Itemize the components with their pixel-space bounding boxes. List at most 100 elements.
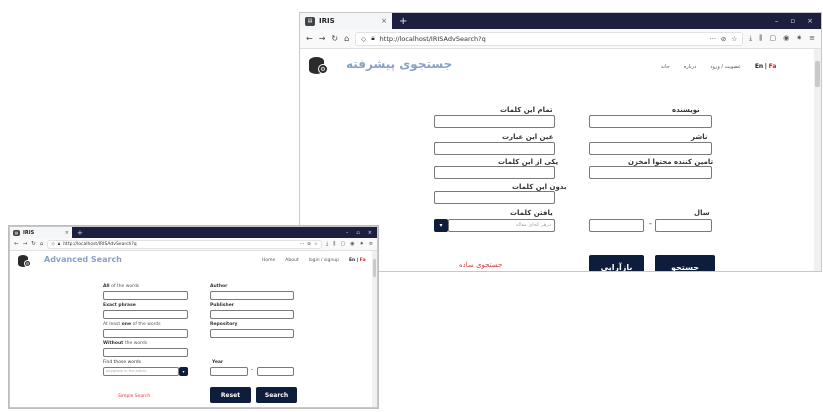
bookmark-star-icon[interactable]: ☆ [731,35,737,43]
close-tab-icon[interactable]: × [65,230,69,236]
maximize-button[interactable]: ▫ [790,17,795,25]
page-content: ⚙ جستجوی پیشرفته حانه درباره عضویت / ورو… [300,49,821,271]
scrollbar[interactable] [372,251,377,407]
tab-bar: ▤ IRIS × + – ▫ × [300,13,821,29]
account-icon[interactable]: ◉ [783,34,789,43]
scrollbar-thumb[interactable] [373,259,376,277]
year-from-input[interactable] [589,219,644,232]
year-from-input[interactable] [210,367,248,376]
bookmark-star-icon[interactable]: ☆ [314,242,318,247]
sidebar-icon[interactable]: ▢ [340,241,345,247]
year-to-input[interactable] [257,367,294,376]
sidebar-icon[interactable]: ▢ [770,34,777,43]
menu-home[interactable]: Home [262,258,275,263]
close-window-button[interactable]: × [368,230,372,236]
close-tab-icon[interactable]: × [381,17,387,25]
nav-bar: ← → ↻ ⌂ ◇ 🔒︎ http://localhost/IRISAdvSea… [300,29,821,49]
exact-phrase-input[interactable] [103,310,188,319]
reload-icon[interactable]: ↻ [331,34,338,43]
library-icon[interactable]: ⫼ [759,34,762,43]
maximize-button[interactable]: ▫ [356,230,359,236]
back-icon[interactable]: ← [14,241,19,247]
without-words-input[interactable] [434,191,555,204]
shield-icon: ◇ [361,34,367,43]
find-words-select[interactable]: anywhere in the article [103,367,179,376]
pocket-icon[interactable]: ⊘ [307,242,311,247]
find-words-select[interactable]: درهر کجای مقاله [448,219,555,232]
download-icon[interactable]: ⤓ [749,34,752,43]
iris-icon: ▤ [13,229,20,236]
chevron-down-icon[interactable]: ▾ [434,219,448,232]
tab-bar: ▤ IRIS × + – ▫ × [10,227,377,238]
scrollbar[interactable] [814,49,821,271]
exact-phrase-input[interactable] [434,142,555,155]
menu-about[interactable]: درباره [684,64,697,70]
minimize-button[interactable]: – [346,230,349,236]
repository-label: تامین کننده محتوا امخزن [628,158,714,166]
browser-tab[interactable]: ▤ IRIS × [300,13,392,29]
new-tab-button[interactable]: + [399,16,407,27]
lang-fa[interactable]: Fa [360,258,366,263]
author-input[interactable] [589,115,712,128]
extension-icon[interactable]: ✷ [796,34,802,43]
reset-button[interactable]: بازآرایی [589,255,644,271]
all-words-label: All of the words [103,284,139,289]
author-input[interactable] [210,291,294,300]
repository-input[interactable] [210,329,294,338]
address-bar[interactable]: ◇ 🔒︎ http://localhost/IRISAdvSearch?q ··… [47,239,322,249]
page-title: جستجوی پیشرفته [346,57,453,71]
lang-en[interactable]: En [349,258,355,263]
home-icon[interactable]: ⌂ [344,34,349,43]
close-window-button[interactable]: × [807,17,813,25]
all-words-input[interactable] [434,115,555,128]
hamburger-menu-icon[interactable]: ≡ [809,34,815,43]
account-icon[interactable]: ◉ [350,241,354,247]
minimize-button[interactable]: – [775,17,779,25]
forward-icon[interactable]: → [23,241,28,247]
database-logo-icon: ⚙ [18,255,33,268]
scrollbar-thumb[interactable] [815,61,820,87]
menu-login-signup[interactable]: عضویت / ورود [710,64,741,70]
pocket-icon[interactable]: ⊘ [721,35,726,43]
publisher-input[interactable] [210,310,294,319]
at-least-one-label: At least one of the words [103,322,161,327]
year-to-input[interactable] [655,219,712,232]
new-tab-button[interactable]: + [77,229,83,237]
lang-fa[interactable]: Fa [769,63,777,70]
without-rest: the words [124,341,148,346]
menu-login-signup[interactable]: login / signup [309,258,339,263]
window-controls: – ▫ × [775,17,813,25]
hamburger-menu-icon[interactable]: ≡ [369,241,373,247]
all-words-input[interactable] [103,291,188,300]
search-button[interactable]: Search [256,387,297,403]
simple-search-link[interactable]: جستجوی ساده [459,261,502,269]
chevron-down-icon[interactable]: ▾ [179,367,188,376]
simple-search-link[interactable]: Simple Search [118,394,150,399]
repository-input[interactable] [589,166,712,179]
at-least-bold: one [121,322,132,327]
exact-phrase-label: عین این عبارت [502,133,554,141]
home-icon[interactable]: ⌂ [40,241,44,247]
find-words-label: یافتن کلمات [510,209,553,217]
library-icon[interactable]: ⫼ [333,241,335,247]
reload-icon[interactable]: ↻ [31,241,36,247]
menu-home[interactable]: حانه [661,64,670,70]
search-button[interactable]: جستجو [655,255,715,271]
download-icon[interactable]: ⤓ [326,241,328,247]
browser-tab[interactable]: ▤ IRIS × [10,227,72,238]
at-least-one-input[interactable] [103,329,188,338]
at-least-rest: of the words [132,322,161,327]
reset-button[interactable]: Reset [210,387,251,403]
back-icon[interactable]: ← [306,34,313,43]
top-menu: Home About login / signup En | Fa [262,258,366,263]
more-icon[interactable]: ··· [300,242,304,247]
address-bar[interactable]: ◇ 🔒︎ http://localhost/IRISAdvSearch?q ··… [355,31,744,46]
menu-about[interactable]: About [285,258,298,263]
publisher-input[interactable] [589,142,712,155]
extension-icon[interactable]: ✷ [360,241,364,247]
without-words-input[interactable] [103,348,188,357]
more-icon[interactable]: ··· [710,35,716,43]
lang-en[interactable]: En [755,63,763,70]
forward-icon[interactable]: → [319,34,326,43]
at-least-one-input[interactable] [434,166,555,179]
